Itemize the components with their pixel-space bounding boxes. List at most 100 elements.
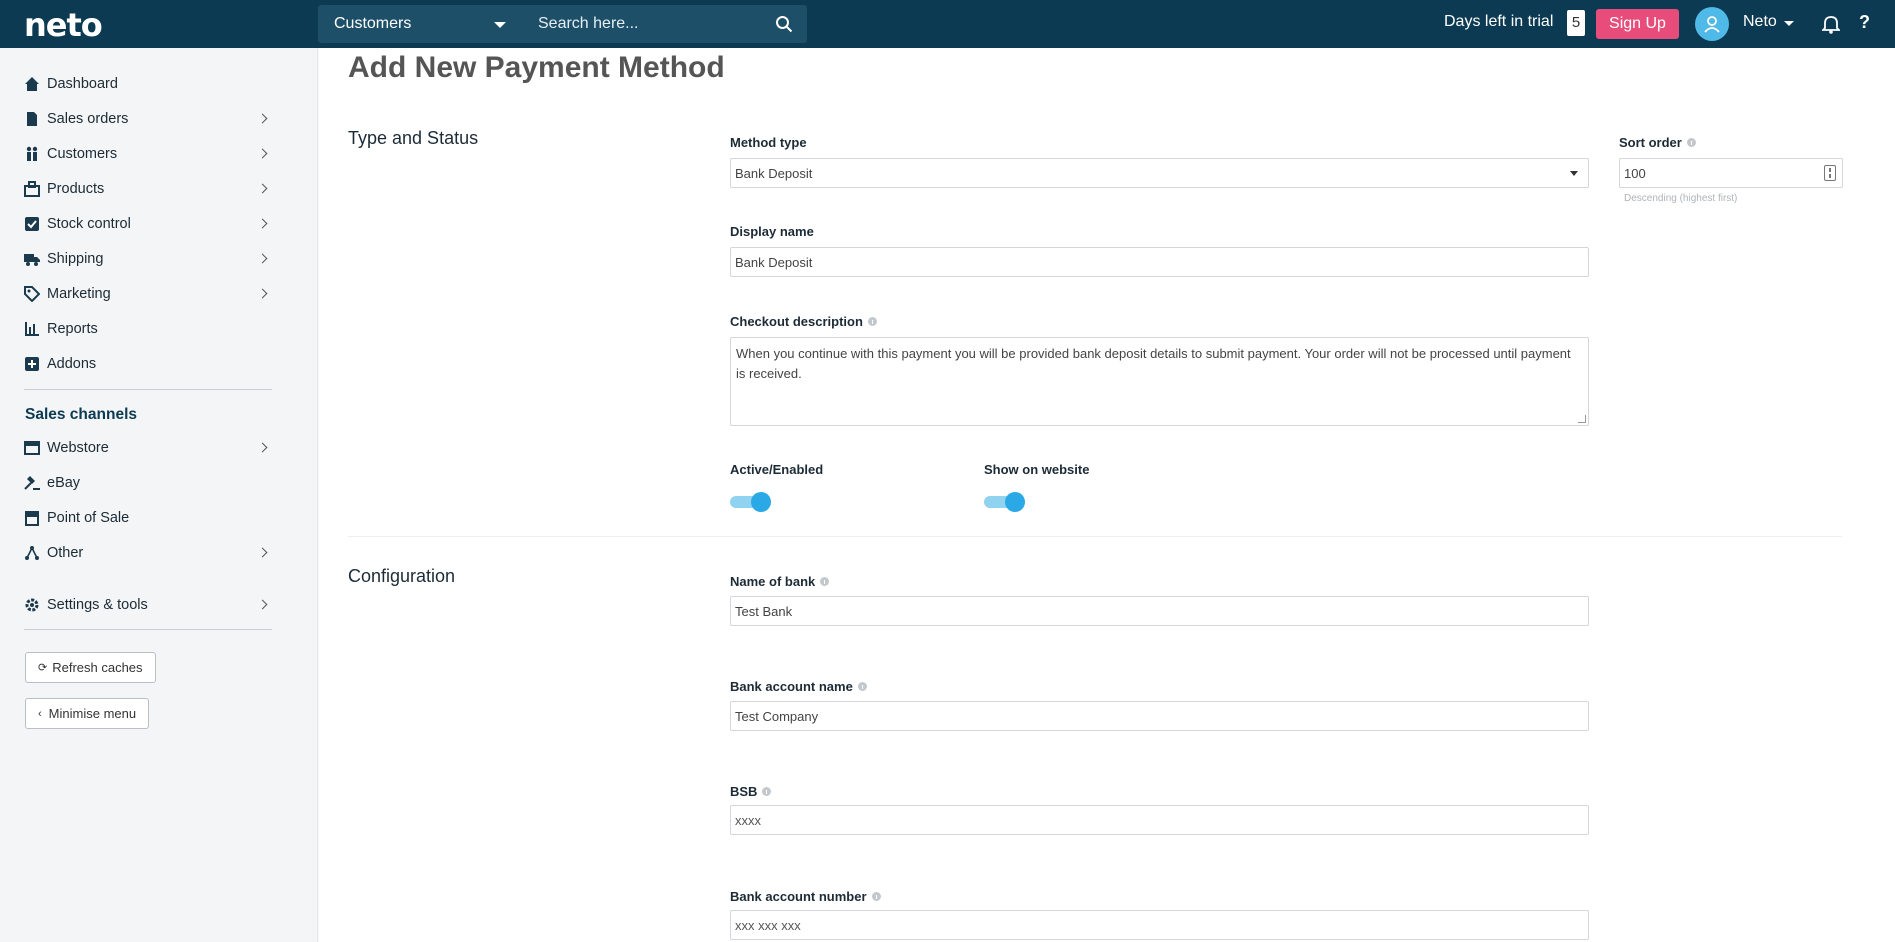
number-spinner-icon[interactable] <box>1824 165 1836 181</box>
chevron-down-icon <box>494 22 506 28</box>
sidebar-item-label: Customers <box>47 146 118 162</box>
bsb-label-text: BSB <box>730 784 758 799</box>
sidebar-item-label: Sales orders <box>47 111 129 127</box>
info-icon[interactable] <box>857 682 867 691</box>
display-name-input[interactable]: Bank Deposit <box>730 247 1589 277</box>
bank-name-input[interactable]: Test Bank <box>730 596 1589 626</box>
bank-account-number-label-text: Bank account number <box>730 889 867 904</box>
sidebar-divider <box>24 389 272 390</box>
chevron-right-icon <box>257 288 268 299</box>
info-icon[interactable] <box>820 577 830 586</box>
sidebar-item-label: Dashboard <box>47 76 118 92</box>
sales-channels-heading: Sales channels <box>25 406 138 423</box>
sidebar-divider <box>24 629 272 630</box>
chevron-right-icon <box>257 442 268 453</box>
sign-up-button[interactable]: Sign Up <box>1596 9 1679 39</box>
help-icon[interactable]: ? <box>1859 12 1870 33</box>
truck-icon <box>24 254 40 266</box>
chevron-down-icon <box>1570 171 1578 176</box>
method-type-select[interactable]: Bank Deposit <box>730 158 1589 188</box>
user-icon <box>1704 16 1720 33</box>
sidebar-item-addons[interactable]: Addons <box>24 350 274 378</box>
sidebar-item-other[interactable]: Other <box>24 539 274 567</box>
active-enabled-label-text: Active/Enabled <box>730 462 824 477</box>
show-on-website-label-text: Show on website <box>984 462 1090 477</box>
sidebar-item-label: Marketing <box>47 286 111 302</box>
sidebar-item-sales-orders[interactable]: Sales orders <box>24 105 274 133</box>
bank-account-name-input[interactable]: Test Company <box>730 701 1589 731</box>
checkout-description-value: When you continue with this payment you … <box>736 346 1571 381</box>
display-name-label-text: Display name <box>730 224 814 239</box>
info-icon[interactable] <box>762 787 772 796</box>
sidebar-item-ebay[interactable]: eBay <box>24 469 274 497</box>
sidebar-item-point-of-sale[interactable]: Point of Sale <box>24 504 274 532</box>
bank-account-name-value: Test Company <box>735 708 819 724</box>
bank-account-number-placeholder: xxx xxx xxx <box>735 917 801 933</box>
bank-account-name-label: Bank account name <box>730 679 867 694</box>
checkout-description-textarea[interactable]: When you continue with this payment you … <box>730 337 1589 426</box>
bank-name-label: Name of bank <box>730 574 830 589</box>
show-on-website-label: Show on website <box>984 462 1089 477</box>
neto-logo[interactable]: neto <box>24 6 103 44</box>
network-icon <box>25 546 39 560</box>
browser-icon <box>24 441 40 455</box>
minimise-menu-button[interactable]: ‹ Minimise menu <box>25 698 150 729</box>
sidebar: Dashboard Sales orders Customers Product… <box>0 48 318 942</box>
bank-name-label-text: Name of bank <box>730 574 816 589</box>
method-type-label-text: Method type <box>730 135 807 150</box>
chevron-left-icon: ‹ <box>38 707 42 720</box>
sidebar-item-marketing[interactable]: Marketing <box>24 280 274 308</box>
search-input[interactable] <box>518 5 807 43</box>
search-bar: Customers <box>318 5 807 43</box>
sidebar-item-label: Point of Sale <box>47 510 130 526</box>
bank-name-value: Test Bank <box>735 603 793 619</box>
sort-order-value: 100 <box>1624 165 1646 181</box>
section-divider <box>348 536 1842 537</box>
sidebar-item-dashboard[interactable]: Dashboard <box>24 70 274 98</box>
bsb-input[interactable]: xxxx <box>730 805 1589 835</box>
info-icon[interactable] <box>871 892 881 901</box>
active-enabled-toggle[interactable] <box>730 490 772 512</box>
sidebar-item-products[interactable]: Products <box>24 175 274 203</box>
tag-icon <box>24 286 40 302</box>
user-menu[interactable]: Neto <box>1743 13 1777 31</box>
refresh-icon: ⟳ <box>38 662 48 674</box>
people-icon <box>26 146 38 161</box>
sidebar-item-shipping[interactable]: Shipping <box>24 245 274 273</box>
top-bar: neto Customers Days left in trial 5 Sign… <box>0 0 1895 48</box>
checkbox-icon <box>25 217 39 231</box>
chevron-right-icon <box>257 148 268 159</box>
sidebar-item-stock-control[interactable]: Stock control <box>24 210 274 238</box>
checkout-description-label: Checkout description <box>730 314 877 329</box>
sidebar-item-settings[interactable]: Settings & tools <box>24 591 274 619</box>
sidebar-item-webstore[interactable]: Webstore <box>24 434 274 462</box>
bell-icon[interactable] <box>1822 14 1840 34</box>
avatar[interactable] <box>1695 7 1729 41</box>
sidebar-item-reports[interactable]: Reports <box>24 315 274 343</box>
gear-icon <box>25 598 39 612</box>
info-icon[interactable] <box>867 317 877 326</box>
sidebar-item-label: Other <box>47 545 84 561</box>
refresh-caches-label: Refresh caches <box>52 660 143 675</box>
sidebar-item-label: Webstore <box>47 440 109 456</box>
sidebar-item-customers[interactable]: Customers <box>24 140 274 168</box>
checkout-description-label-text: Checkout description <box>730 314 863 329</box>
trial-label: Days left in trial <box>1444 13 1554 30</box>
toggle-knob <box>1005 492 1025 512</box>
refresh-caches-button[interactable]: ⟳ Refresh caches <box>25 652 156 683</box>
info-icon[interactable] <box>1686 138 1696 147</box>
display-name-value: Bank Deposit <box>735 254 813 270</box>
bank-account-number-label: Bank account number <box>730 889 881 904</box>
configuration-heading: Configuration <box>348 566 456 586</box>
box-icon <box>24 181 40 197</box>
bank-account-number-input[interactable]: xxx xxx xxx <box>730 910 1589 940</box>
bsb-placeholder: xxxx <box>735 812 761 828</box>
search-icon[interactable] <box>775 15 793 33</box>
resize-handle-icon[interactable] <box>1578 415 1586 423</box>
search-scope-dropdown[interactable]: Customers <box>318 5 518 43</box>
show-on-website-toggle[interactable] <box>984 490 1026 512</box>
main-content: Add New Payment Method Type and Status M… <box>319 48 1895 942</box>
bank-account-name-label-text: Bank account name <box>730 679 853 694</box>
sidebar-item-label: Settings & tools <box>47 597 148 613</box>
sort-order-input[interactable]: 100 <box>1619 158 1843 188</box>
